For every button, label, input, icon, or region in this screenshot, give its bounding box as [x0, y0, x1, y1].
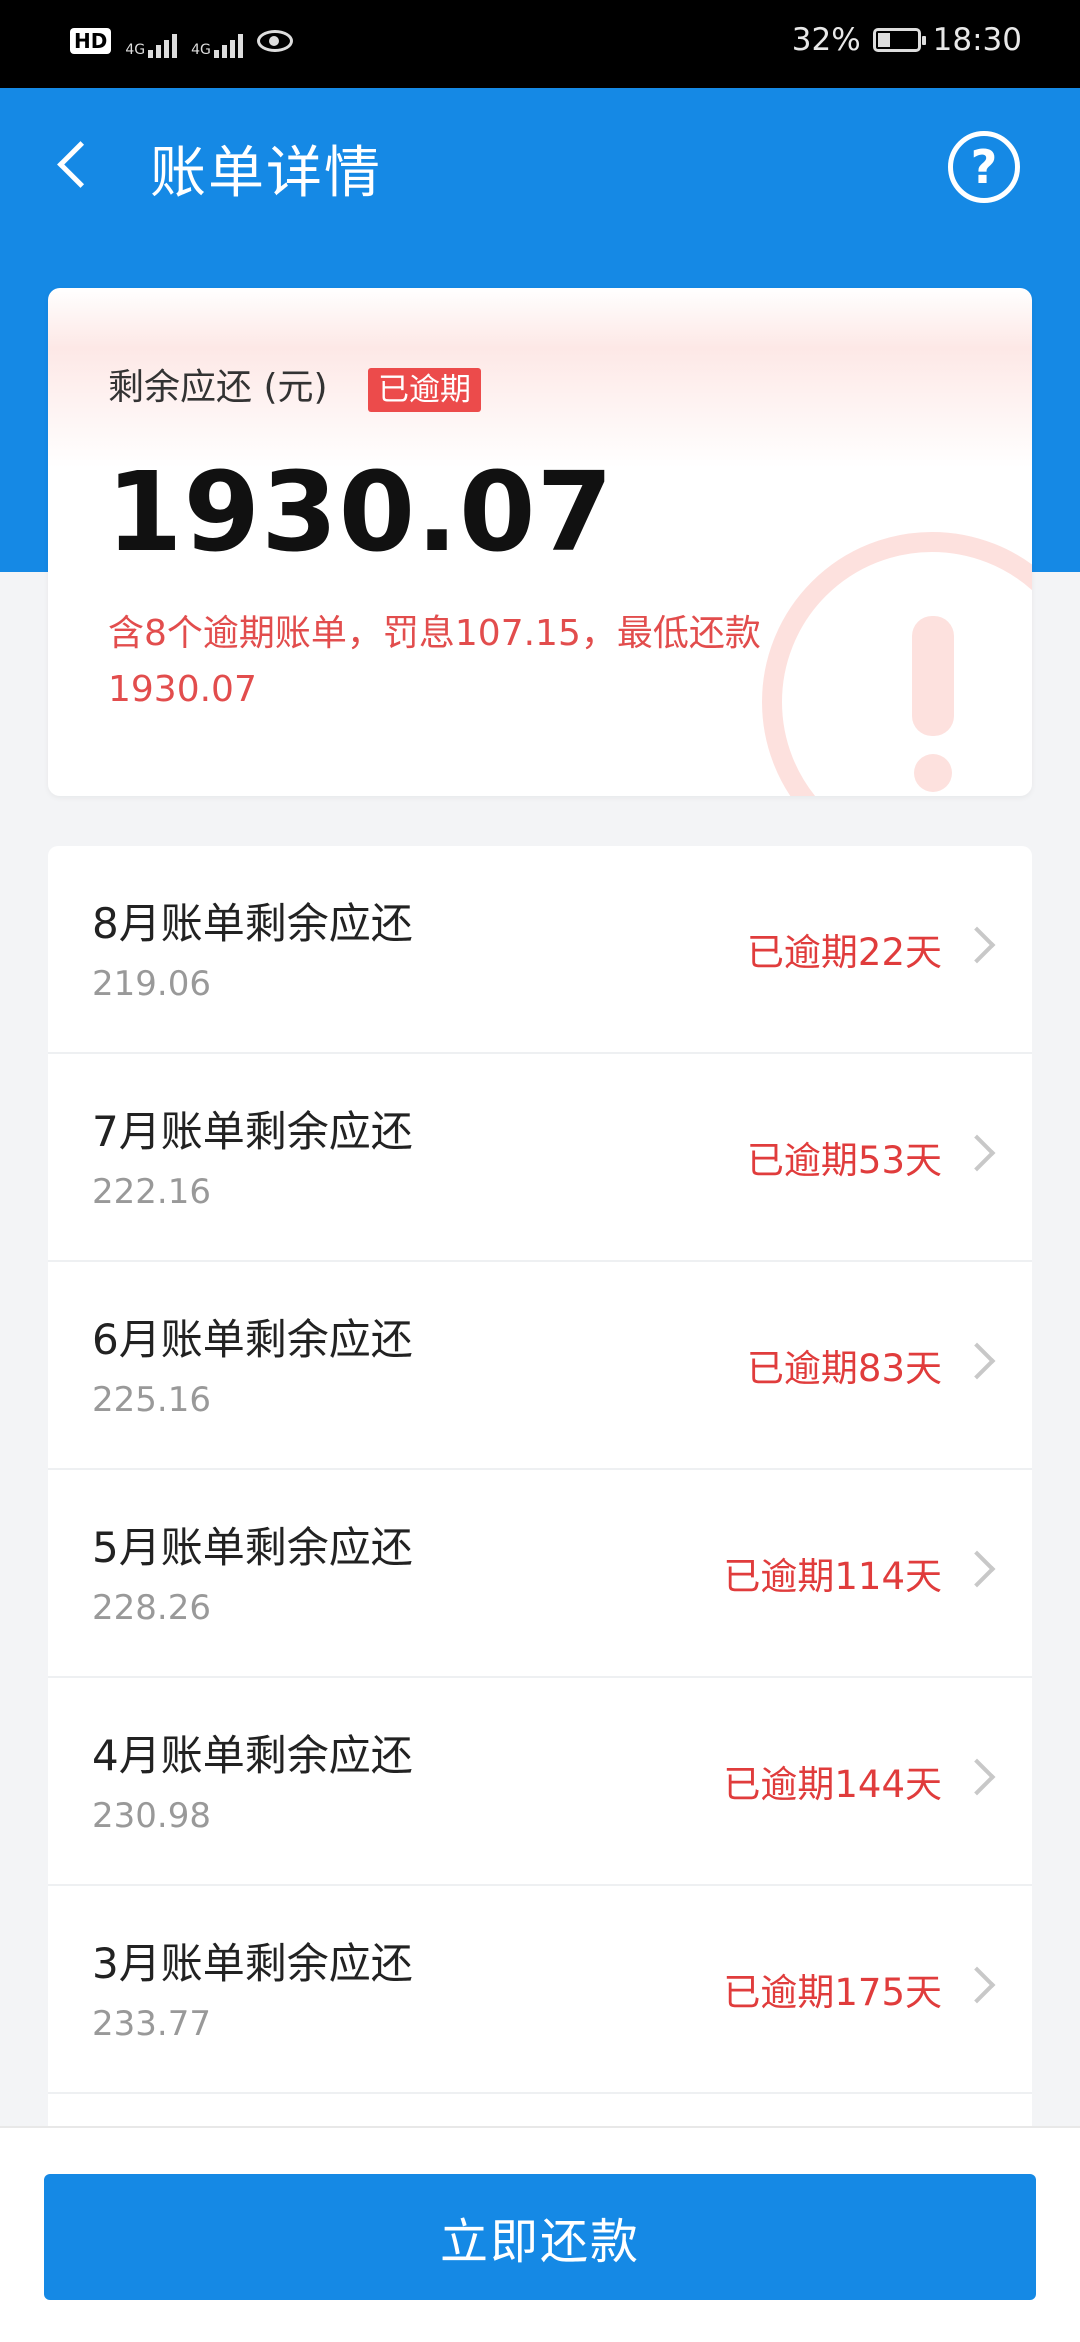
bill-row-july[interactable]: 7月账单剩余应还 222.16 已逾期53天: [48, 1054, 1032, 1262]
overdue-badge: 已逾期: [368, 368, 481, 412]
summary-card: 剩余应还 (元) 已逾期 1930.07 含8个逾期账单，罚息107.15，最低…: [48, 288, 1032, 796]
bill-row-may[interactable]: 5月账单剩余应还 228.26 已逾期114天: [48, 1470, 1032, 1678]
warning-icon-dot: [914, 754, 952, 792]
warning-icon-bar: [912, 616, 954, 736]
bill-title: 4月账单剩余应还: [92, 1731, 413, 1780]
battery-icon: [872, 28, 926, 52]
bill-status: 已逾期22天: [746, 931, 942, 974]
help-icon[interactable]: ?: [948, 131, 1020, 203]
clock: 18:30: [932, 22, 1022, 58]
page-title: 账单详情: [150, 141, 382, 206]
bill-row-march[interactable]: 3月账单剩余应还 233.77 已逾期175天: [48, 1886, 1032, 2094]
bill-title: 8月账单剩余应还: [92, 899, 413, 948]
network-type-label: 4G: [191, 42, 211, 58]
chevron-right-icon: [958, 1758, 996, 1796]
bill-value: 219.06: [92, 964, 211, 1004]
bottom-bar: 立即还款: [0, 2126, 1080, 2342]
chevron-right-icon: [958, 926, 996, 964]
signal-icon: 4G: [191, 24, 243, 58]
bill-title: 5月账单剩余应还: [92, 1523, 413, 1572]
bill-row-june[interactable]: 6月账单剩余应还 225.16 已逾期83天: [48, 1262, 1032, 1470]
bill-row-august[interactable]: 8月账单剩余应还 219.06 已逾期22天: [48, 846, 1032, 1054]
eye-icon: [256, 30, 293, 52]
bill-row-april[interactable]: 4月账单剩余应还 230.98 已逾期144天: [48, 1678, 1032, 1886]
network-type-label: 4G: [125, 42, 146, 58]
bill-status: 已逾期144天: [723, 1763, 942, 1806]
bill-status: 已逾期114天: [723, 1555, 942, 1598]
bill-value: 230.98: [92, 1796, 211, 1836]
remaining-label: 剩余应还 (元): [108, 367, 328, 408]
bill-value: 233.77: [92, 2004, 211, 2044]
status-bar: HD 4G 4G 32% 18:30: [0, 0, 1080, 88]
chevron-right-icon: [958, 1550, 996, 1588]
bill-value: 228.26: [92, 1588, 211, 1628]
bill-title: 3月账单剩余应还: [92, 1939, 413, 1988]
battery-percent: 32%: [791, 22, 861, 58]
status-bar-left: HD 4G 4G: [70, 24, 293, 58]
bill-title: 6月账单剩余应还: [92, 1315, 413, 1364]
signal-icon: 4G: [125, 24, 178, 58]
bill-value: 222.16: [92, 1172, 211, 1212]
bill-status: 已逾期83天: [746, 1347, 942, 1390]
bill-status: 已逾期175天: [723, 1971, 942, 2014]
bill-status: 已逾期53天: [746, 1139, 942, 1182]
chevron-right-icon: [958, 1134, 996, 1172]
status-bar-right: 32% 18:30: [792, 22, 1022, 58]
bill-title: 7月账单剩余应还: [92, 1107, 413, 1156]
chevron-right-icon: [958, 1966, 996, 2004]
chevron-right-icon: [958, 1342, 996, 1380]
remaining-amount: 1930.07: [106, 448, 615, 576]
bill-value: 225.16: [92, 1380, 211, 1420]
hd-icon: HD: [70, 28, 112, 54]
bill-list: 8月账单剩余应还 219.06 已逾期22天 7月账单剩余应还 222.16 已…: [48, 846, 1032, 2134]
pay-now-button[interactable]: 立即还款: [44, 2174, 1036, 2300]
back-arrow-icon[interactable]: [52, 140, 96, 190]
overdue-note: 含8个逾期账单，罚息107.15，最低还款1930.07: [108, 613, 761, 710]
